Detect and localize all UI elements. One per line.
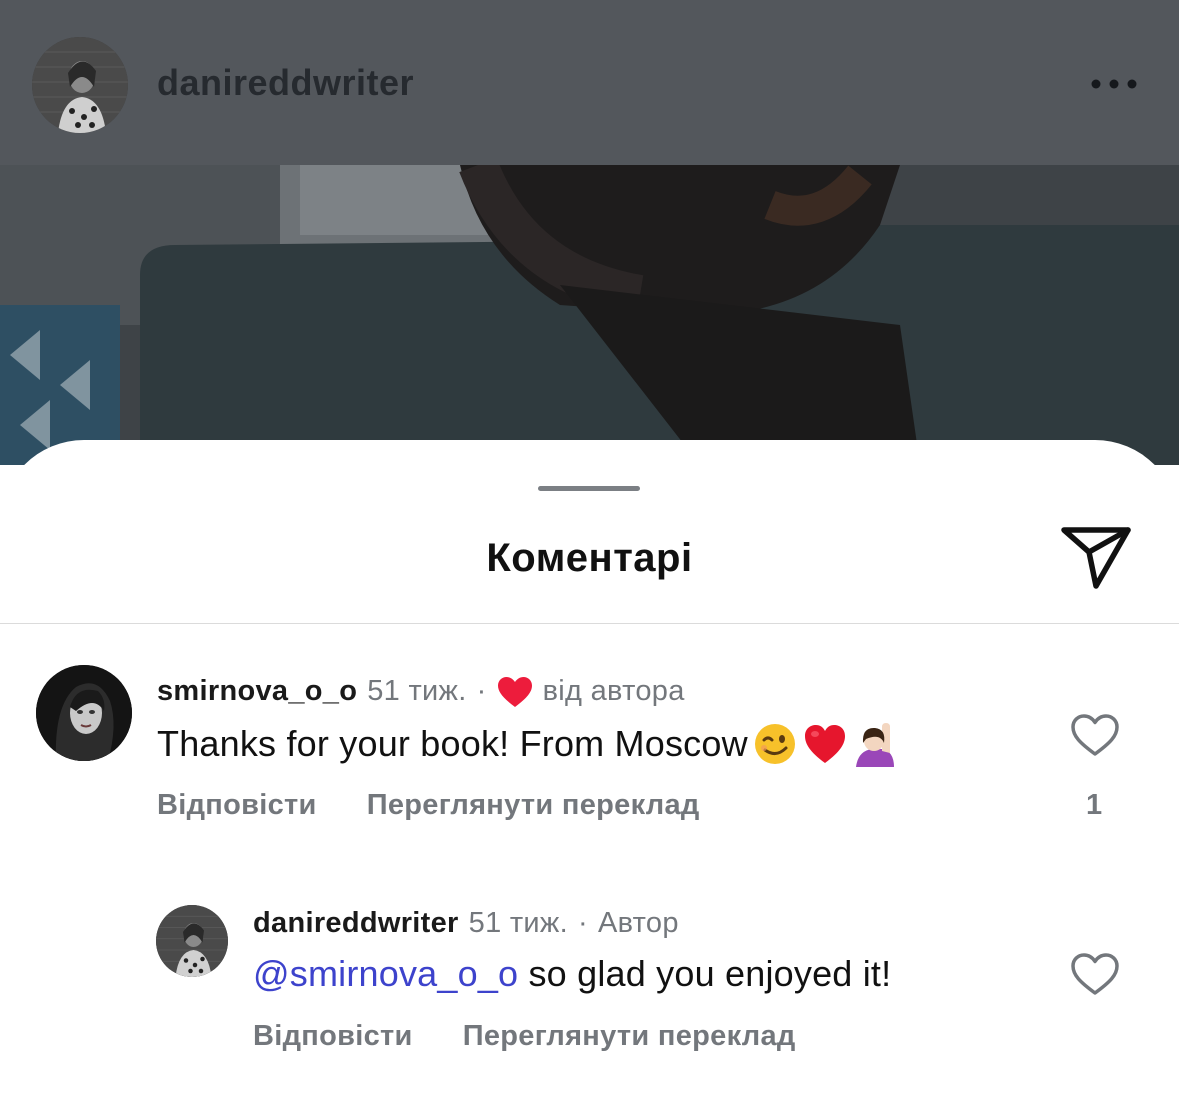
comment-body: Thanks for your book! From Moscow xyxy=(157,721,898,767)
red-heart-emoji-icon xyxy=(804,725,845,763)
comments-title: Коментарі xyxy=(486,536,693,580)
wink-emoji-icon xyxy=(754,724,795,764)
raising-hand-emoji-icon xyxy=(855,723,894,767)
sheet-divider xyxy=(0,623,1179,624)
comment-actions: Відповісти Переглянути переклад xyxy=(157,789,700,822)
liked-by-author-label: від автора xyxy=(542,675,685,707)
commenter-avatar[interactable] xyxy=(36,665,132,761)
reply-actions: Відповісти Переглянути переклад xyxy=(253,1020,796,1053)
author-badge: Автор xyxy=(597,907,679,939)
like-count: 1 xyxy=(1086,789,1103,821)
heart-outline-icon[interactable] xyxy=(1070,952,1120,996)
reply-body: @smirnova_o_o so glad you enjoyed it! xyxy=(253,953,891,995)
comment-meta: smirnova_o_o 51 тиж. · від автора xyxy=(157,675,685,708)
reply-button[interactable]: Відповісти xyxy=(253,1020,413,1053)
reply-username[interactable]: danireddwriter xyxy=(253,907,459,940)
comment-time: 51 тиж. xyxy=(367,675,467,707)
comment-text: Thanks for your book! From Moscow xyxy=(157,723,748,764)
reply-text: so glad you enjoyed it! xyxy=(518,953,892,994)
sheet-grabber[interactable] xyxy=(538,486,640,491)
reply-author-avatar[interactable] xyxy=(156,905,228,977)
see-translation-button[interactable]: Переглянути переклад xyxy=(367,789,700,822)
post-header: danireddwriter xyxy=(0,0,1179,165)
comment-username[interactable]: smirnova_o_o xyxy=(157,675,357,708)
author-liked-heart-icon xyxy=(497,676,532,707)
reply-meta: danireddwriter 51 тиж. · Автор xyxy=(253,907,679,940)
heart-outline-icon[interactable] xyxy=(1070,713,1120,757)
meta-separator: · xyxy=(578,907,588,939)
paper-plane-icon[interactable] xyxy=(1058,524,1134,590)
more-horizontal-icon[interactable] xyxy=(1086,72,1142,96)
see-translation-button[interactable]: Переглянути переклад xyxy=(463,1020,796,1053)
comments-sheet: Коментарі smirnova_o_o 51 тиж. · від авт… xyxy=(0,440,1179,1101)
mention-link[interactable]: @smirnova_o_o xyxy=(253,953,518,995)
post-author-username[interactable]: danireddwriter xyxy=(157,62,414,104)
post-photo xyxy=(0,165,1179,465)
meta-separator: · xyxy=(476,675,487,707)
reply-time: 51 тиж. xyxy=(468,907,568,939)
author-avatar[interactable] xyxy=(32,37,128,133)
reply-button[interactable]: Відповісти xyxy=(157,789,317,822)
